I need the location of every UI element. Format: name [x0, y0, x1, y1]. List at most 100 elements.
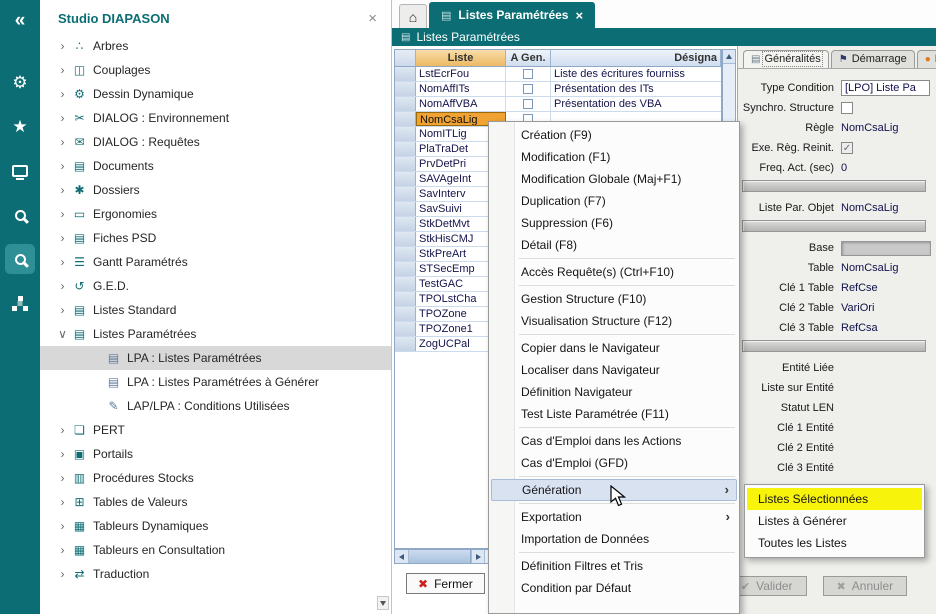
chevron-right-icon[interactable]: › — [55, 423, 70, 437]
menu-item[interactable]: Définition Filtres et Tris — [491, 555, 737, 577]
agen-checkbox[interactable] — [523, 99, 533, 109]
menu-item[interactable]: Localiser dans Navigateur — [491, 359, 737, 381]
property-checkbox[interactable]: ✓ — [841, 142, 853, 154]
tree-item[interactable]: ∨▤Listes Paramétrées — [40, 322, 391, 346]
tree-item[interactable]: ›✂DIALOG : Environnement — [40, 106, 391, 130]
chevron-right-icon[interactable]: › — [55, 135, 70, 149]
explorer-search-icon[interactable] — [5, 244, 35, 274]
selector-column-header[interactable] — [395, 50, 416, 66]
menu-item[interactable]: Suppression (F6) — [491, 212, 737, 234]
agen-checkbox[interactable] — [523, 84, 533, 94]
agen-cell[interactable] — [506, 82, 551, 96]
agen-checkbox[interactable] — [523, 69, 533, 79]
gear-icon[interactable]: ⚙ — [5, 68, 35, 98]
home-tab[interactable]: ⌂ — [399, 4, 427, 28]
row-selector-cell[interactable] — [395, 202, 416, 216]
chevron-right-icon[interactable]: › — [55, 63, 70, 77]
submenu-item[interactable]: Listes Sélectionnées — [747, 488, 922, 510]
tree-item[interactable]: ›▦Tableurs en Consultation — [40, 538, 391, 562]
nav-scrollbar[interactable] — [377, 42, 390, 612]
tab-d[interactable]: ●D — [917, 50, 936, 68]
menu-item[interactable]: Cas d'Emploi (GFD) — [491, 452, 737, 474]
menu-item[interactable]: Définition Navigateur — [491, 381, 737, 403]
scroll-right-icon[interactable] — [471, 550, 485, 563]
property-checkbox[interactable] — [841, 102, 853, 114]
chevron-right-icon[interactable]: › — [55, 231, 70, 245]
chevron-right-icon[interactable]: › — [55, 471, 70, 485]
row-selector-cell[interactable] — [395, 127, 416, 141]
liste-cell[interactable]: NomAffITs — [416, 82, 506, 96]
chevron-right-icon[interactable]: › — [55, 207, 70, 221]
chevron-right-icon[interactable]: › — [55, 567, 70, 581]
chevron-right-icon[interactable]: › — [55, 303, 70, 317]
menu-item[interactable]: Copier dans le Navigateur — [491, 337, 737, 359]
menu-item[interactable]: Exportation› — [491, 506, 737, 528]
scroll-up-icon[interactable] — [723, 50, 735, 64]
tree-item[interactable]: ›❏PERT — [40, 418, 391, 442]
monitor-icon[interactable] — [5, 156, 35, 186]
tree-item[interactable]: ›▤Fiches PSD — [40, 226, 391, 250]
tree-item[interactable]: ›⊞Tables de Valeurs — [40, 490, 391, 514]
chevron-right-icon[interactable]: › — [55, 447, 70, 461]
collapse-panel-icon[interactable]: « — [5, 6, 35, 36]
chevron-right-icon[interactable]: › — [55, 255, 70, 269]
tree-item[interactable]: ›▣Portails — [40, 442, 391, 466]
liste-column-header[interactable]: Liste — [416, 50, 506, 66]
row-selector-cell[interactable] — [395, 172, 416, 186]
menu-item[interactable]: Duplication (F7) — [491, 190, 737, 212]
tree-item[interactable]: ▤LPA : Listes Paramétrées — [40, 346, 391, 370]
scroll-left-icon[interactable] — [395, 550, 409, 563]
menu-item[interactable]: Cas d'Emploi dans les Actions — [491, 430, 737, 452]
tree-item[interactable]: ›▥Procédures Stocks — [40, 466, 391, 490]
agen-column-header[interactable]: A Gen. — [506, 50, 551, 66]
chevron-right-icon[interactable]: › — [55, 159, 70, 173]
row-selector-cell[interactable] — [395, 262, 416, 276]
tree-item[interactable]: ›⚙Dessin Dynamique — [40, 82, 391, 106]
submenu-item[interactable]: Listes à Générer — [747, 510, 922, 532]
row-selector-cell[interactable] — [395, 217, 416, 231]
designation-cell[interactable]: Présentation des VBA — [551, 97, 721, 111]
menu-item[interactable]: Détail (F8) — [491, 234, 737, 256]
chevron-down-icon[interactable]: ∨ — [55, 327, 70, 341]
tree-item[interactable]: ›◫Couplages — [40, 58, 391, 82]
menu-item[interactable]: Test Liste Paramétrée (F11) — [491, 403, 737, 425]
row-selector-cell[interactable] — [395, 142, 416, 156]
menu-item[interactable]: Accès Requête(s) (Ctrl+F10) — [491, 261, 737, 283]
tree-item[interactable]: ›✉DIALOG : Requêtes — [40, 130, 391, 154]
row-selector-cell[interactable] — [395, 232, 416, 246]
scroll-down-icon[interactable] — [377, 596, 389, 610]
chevron-right-icon[interactable]: › — [55, 39, 70, 53]
tree-item[interactable]: ›▭Ergonomies — [40, 202, 391, 226]
row-selector-cell[interactable] — [395, 322, 416, 336]
row-selector-cell[interactable] — [395, 67, 416, 81]
row-selector-cell[interactable] — [395, 187, 416, 201]
star-icon[interactable]: ★ — [5, 112, 35, 142]
tree-item[interactable]: ›✱Dossiers — [40, 178, 391, 202]
menu-item[interactable]: Modification (F1) — [491, 146, 737, 168]
designation-cell[interactable]: Liste des écritures fourniss — [551, 67, 721, 81]
row-selector-cell[interactable] — [395, 277, 416, 291]
liste-cell[interactable]: LstEcrFou — [416, 67, 506, 81]
close-panel-icon[interactable]: × — [368, 14, 377, 24]
tree-item[interactable]: ›∴Arbres — [40, 34, 391, 58]
liste-cell[interactable]: NomAffVBA — [416, 97, 506, 111]
agen-cell[interactable] — [506, 67, 551, 81]
submenu-item[interactable]: Toutes les Listes — [747, 532, 922, 554]
scrollbar-thumb[interactable] — [409, 550, 471, 563]
hierarchy-icon[interactable] — [5, 288, 35, 318]
designation-column-header[interactable]: Désigna — [551, 50, 721, 66]
tree-item[interactable]: ✎LAP/LPA : Conditions Utilisées — [40, 394, 391, 418]
row-selector-cell[interactable] — [395, 157, 416, 171]
search-icon[interactable] — [5, 200, 35, 230]
chevron-right-icon[interactable]: › — [55, 543, 70, 557]
designation-cell[interactable]: Présentation des ITs — [551, 82, 721, 96]
agen-cell[interactable] — [506, 97, 551, 111]
tree-item[interactable]: ›☰Gantt Paramétrés — [40, 250, 391, 274]
tree-item[interactable]: ›▦Tableurs Dynamiques — [40, 514, 391, 538]
table-row[interactable]: NomAffVBA Présentation des VBA — [395, 97, 721, 112]
chevron-right-icon[interactable]: › — [55, 183, 70, 197]
tab-démarrage[interactable]: ⚑Démarrage — [831, 50, 915, 68]
tab-listes-parametrees[interactable]: ▤ Listes Paramétrées × — [429, 2, 595, 28]
row-selector-cell[interactable] — [395, 247, 416, 261]
chevron-right-icon[interactable]: › — [55, 87, 70, 101]
